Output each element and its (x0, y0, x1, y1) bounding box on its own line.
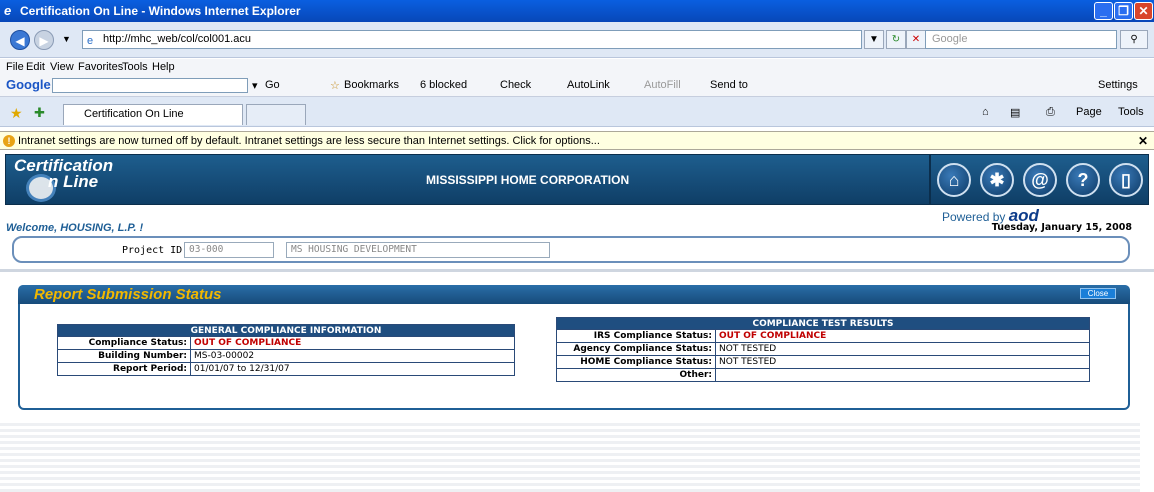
other-status-label: Other: (556, 368, 716, 382)
history-dropdown-icon[interactable]: ▼ (62, 34, 71, 44)
current-date: Tuesday, January 15, 2008 (991, 222, 1132, 233)
search-icon[interactable]: ⚲ (1120, 30, 1148, 49)
building-number-value: MS-03-00002 (190, 349, 515, 363)
address-bar: ◀ ▶ ▼ e http://mhc_web/col/col001.acu ▼ … (0, 22, 1154, 58)
table-row: IRS Compliance Status: OUT OF COMPLIANCE (556, 329, 1090, 343)
home-icon[interactable]: ⌂ (937, 163, 971, 197)
url-input[interactable]: e http://mhc_web/col/col001.acu (82, 30, 862, 49)
compliance-status-label: Compliance Status: (57, 336, 191, 350)
menu-edit[interactable]: Edit (26, 61, 45, 73)
agency-status-value: NOT TESTED (715, 342, 1090, 356)
report-period-label: Report Period: (57, 362, 191, 376)
table-row: Report Period: 01/01/07 to 12/31/07 (57, 362, 515, 376)
tab-certification[interactable]: Certification On Line (63, 104, 243, 125)
general-compliance-table: GENERAL COMPLIANCE INFORMATION Complianc… (57, 324, 515, 376)
home-icon[interactable]: ⌂ (982, 106, 989, 118)
info-bar-text: Intranet settings are now turned off by … (18, 135, 600, 147)
menu-file[interactable]: File (6, 61, 24, 73)
menu-bar: File Edit View Favorites Tools Help (0, 59, 1154, 75)
close-button[interactable]: Close (1080, 288, 1116, 299)
menu-tools[interactable]: Tools (122, 61, 148, 73)
logo-line2: n Line (48, 172, 99, 191)
url-text: http://mhc_web/col/col001.acu (103, 33, 251, 45)
autofill-button[interactable]: AutoFill (644, 79, 681, 91)
project-id-label: Project ID: (122, 245, 189, 256)
agency-status-label: Agency Compliance Status: (556, 342, 716, 356)
app-icon-bar: ⌂ ✱ @ ? ▯ (930, 154, 1149, 205)
report-period-value: 01/01/07 to 12/31/07 (190, 362, 515, 376)
tab-label: Certification On Line (84, 108, 184, 120)
accessibility-icon[interactable]: ✱ (980, 163, 1014, 197)
window-titlebar: e Certification On Line - Windows Intern… (0, 0, 1154, 22)
sendto-button[interactable]: Send to (710, 79, 748, 91)
window-title: Certification On Line - Windows Internet… (20, 4, 301, 18)
menu-favorites[interactable]: Favorites (78, 61, 123, 73)
compliance-tests-table: COMPLIANCE TEST RESULTS IRS Compliance S… (556, 317, 1090, 382)
report-title: Report Submission Status (34, 286, 222, 303)
close-window-button[interactable]: ✕ (1134, 2, 1153, 20)
menu-view[interactable]: View (50, 61, 74, 73)
divider (0, 269, 1154, 272)
building-number-label: Building Number: (57, 349, 191, 363)
table-row: HOME Compliance Status: NOT TESTED (556, 355, 1090, 369)
table-row: Compliance Status: OUT OF COMPLIANCE (57, 336, 515, 350)
compliance-tests-heading: COMPLIANCE TEST RESULTS (556, 317, 1090, 330)
compliance-status-value: OUT OF COMPLIANCE (190, 336, 515, 350)
print-icon[interactable]: ⎙ (1046, 106, 1055, 119)
app-header: Certification n Line MISSISSIPPI HOME CO… (5, 154, 930, 205)
table-row: Building Number: MS-03-00002 (57, 349, 515, 363)
back-button[interactable]: ◀ (10, 30, 30, 50)
autolink-button[interactable]: AutoLink (567, 79, 610, 91)
google-star-icon[interactable]: ☆ (330, 79, 340, 92)
url-dropdown-button[interactable]: ▼ (864, 30, 884, 49)
popup-blocked-button[interactable]: 6 blocked (420, 79, 467, 91)
home-status-value: NOT TESTED (715, 355, 1090, 369)
forward-button[interactable]: ▶ (34, 30, 54, 50)
google-go-button[interactable]: Go (265, 79, 280, 91)
general-compliance-heading: GENERAL COMPLIANCE INFORMATION (57, 324, 515, 337)
google-toolbar: Google ▾ Go ☆ Bookmarks 6 blocked Check … (0, 75, 1154, 97)
add-favorite-icon[interactable]: ✚ (34, 105, 45, 121)
new-tab-button[interactable] (246, 104, 306, 125)
menu-help[interactable]: Help (152, 61, 175, 73)
project-id-field[interactable]: 03-000 (184, 242, 274, 258)
info-bar[interactable]: ! Intranet settings are now turned off b… (0, 131, 1154, 150)
search-input[interactable]: Google (925, 30, 1117, 49)
organization-name: MISSISSIPPI HOME CORPORATION (426, 173, 630, 187)
page-background-bottom (0, 420, 1154, 492)
ie-logo-icon: e (4, 3, 12, 18)
table-row: Agency Compliance Status: NOT TESTED (556, 342, 1090, 356)
irs-status-value: OUT OF COMPLIANCE (715, 329, 1090, 343)
google-logo: Google (6, 77, 51, 92)
info-bar-close-icon[interactable]: ✕ (1138, 134, 1148, 148)
info-warning-icon: ! (3, 135, 15, 147)
feeds-icon[interactable]: ▤ (1010, 106, 1020, 119)
google-go-dropdown-icon[interactable]: ▾ (252, 79, 258, 92)
project-name-field[interactable]: MS HOUSING DEVELOPMENT (286, 242, 550, 258)
bookmarks-button[interactable]: Bookmarks (344, 79, 399, 91)
settings-button[interactable]: Settings (1098, 79, 1138, 91)
google-search-box[interactable] (52, 78, 248, 93)
page-icon: e (87, 35, 94, 47)
scrollbar[interactable] (1140, 420, 1154, 492)
maximize-button[interactable]: ❐ (1114, 2, 1133, 20)
exit-icon[interactable]: ▯ (1109, 163, 1143, 197)
spellcheck-button[interactable]: Check (500, 79, 531, 91)
email-icon[interactable]: @ (1023, 163, 1057, 197)
tab-bar: ★ ✚ Certification On Line ⌂ ▤ ⎙ Page Too… (0, 97, 1154, 127)
table-row: Other: (556, 368, 1090, 382)
page-menu[interactable]: Page (1076, 106, 1102, 118)
welcome-text: Welcome, HOUSING, L.P. ! (6, 222, 144, 234)
other-status-value (715, 368, 1090, 382)
home-status-label: HOME Compliance Status: (556, 355, 716, 369)
help-icon[interactable]: ? (1066, 163, 1100, 197)
stop-icon[interactable]: ✕ (906, 30, 926, 49)
irs-status-label: IRS Compliance Status: (556, 329, 716, 343)
app-logo: Certification n Line (14, 157, 113, 202)
favorites-star-icon[interactable]: ★ (10, 105, 23, 122)
refresh-icon[interactable]: ↻ (886, 30, 906, 49)
minimize-button[interactable]: _ (1094, 2, 1113, 20)
tools-menu[interactable]: Tools (1118, 106, 1144, 118)
